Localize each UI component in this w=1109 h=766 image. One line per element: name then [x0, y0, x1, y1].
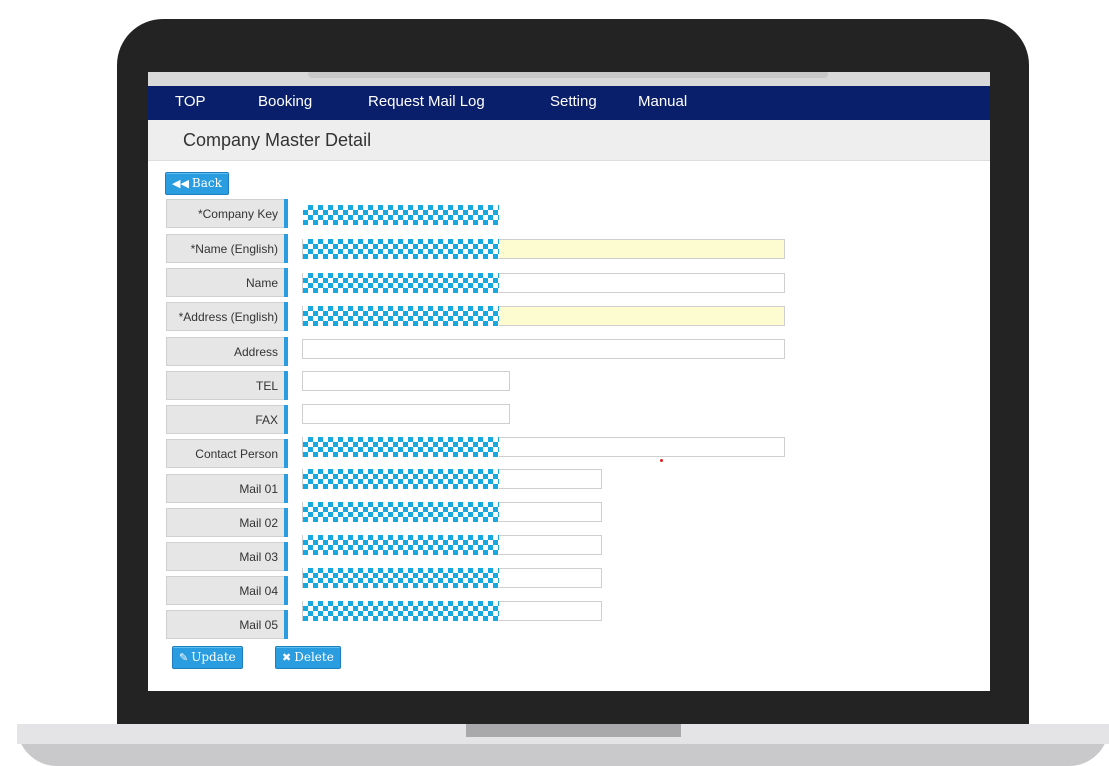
mail-01-value-redacted — [303, 469, 499, 489]
nav-item-request-mail-log[interactable]: Request Mail Log — [368, 86, 485, 120]
name-english-value-redacted — [303, 239, 499, 259]
page-header: Company Master Detail — [148, 120, 990, 161]
contact-person-value-redacted — [303, 437, 499, 457]
laptop-notch — [466, 724, 681, 737]
edit-icon: ✎ — [179, 651, 189, 664]
fax-input[interactable] — [302, 404, 510, 424]
nav-item-manual[interactable]: Manual — [638, 86, 687, 120]
nav-item-setting[interactable]: Setting — [550, 86, 597, 120]
delete-button[interactable]: ✖ Delete — [275, 646, 341, 669]
address-input[interactable] — [302, 339, 785, 359]
company-key-value-redacted — [303, 205, 499, 225]
label-mail-02: Mail 02 — [166, 508, 284, 537]
mail-02-value-redacted — [303, 502, 499, 522]
close-icon: ✖ — [282, 651, 292, 664]
label-company-key: *Company Key — [166, 199, 284, 228]
label-address: Address — [166, 337, 284, 366]
screen: TOP Booking Request Mail Log Setting Man… — [148, 72, 990, 691]
nav-item-booking[interactable]: Booking — [258, 86, 312, 120]
browser-address-bar — [148, 72, 990, 86]
back-button[interactable]: ◀◀ Back — [165, 172, 229, 195]
update-button[interactable]: ✎ Update — [172, 646, 243, 669]
nav-item-top[interactable]: TOP — [175, 86, 206, 120]
label-mail-05: Mail 05 — [166, 610, 284, 639]
page-title: Company Master Detail — [183, 130, 372, 150]
label-mail-03: Mail 03 — [166, 542, 284, 571]
label-name: Name — [166, 268, 284, 297]
tel-input[interactable] — [302, 371, 510, 391]
cursor-dot — [660, 459, 663, 462]
mail-04-value-redacted — [303, 568, 499, 588]
label-contact-person: Contact Person — [166, 439, 284, 468]
address-english-value-redacted — [303, 306, 499, 326]
mail-05-value-redacted — [303, 601, 499, 621]
mail-03-value-redacted — [303, 535, 499, 555]
label-mail-01: Mail 01 — [166, 474, 284, 503]
label-tel: TEL — [166, 371, 284, 400]
label-mail-04: Mail 04 — [166, 576, 284, 605]
top-nav: TOP Booking Request Mail Log Setting Man… — [148, 86, 990, 120]
label-name-english: *Name (English) — [166, 234, 284, 263]
double-chevron-left-icon: ◀◀ — [172, 177, 189, 190]
label-fax: FAX — [166, 405, 284, 434]
label-address-english: *Address (English) — [166, 302, 284, 331]
name-value-redacted — [303, 273, 499, 293]
